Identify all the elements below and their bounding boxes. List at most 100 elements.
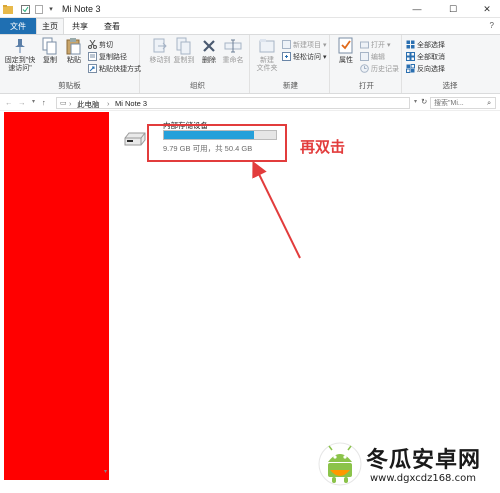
tab-view[interactable]: 查看	[98, 18, 126, 34]
paste-shortcut-button[interactable]: 粘贴快捷方式	[88, 63, 141, 74]
tab-file[interactable]: 文件	[0, 18, 36, 34]
new-item-button[interactable]: 新建项目 ▾	[282, 39, 326, 50]
forward-arrow-icon[interactable]: →	[18, 98, 26, 107]
copy-to-button[interactable]: 复制到	[172, 37, 196, 81]
refresh-icon[interactable]: ↻	[421, 97, 427, 106]
file-list: 内部存储设备 9.79 GB 可用，共 50.4 GB	[115, 112, 500, 493]
edit-button[interactable]: 编辑	[360, 51, 385, 62]
watermark-text: 冬瓜安卓网	[366, 448, 482, 473]
select-all-button[interactable]: 全部选择	[406, 39, 445, 50]
clipboard-group-label: 剪贴板	[58, 81, 81, 90]
open-label: 打开 ▾	[371, 41, 391, 49]
cut-label: 剪切	[99, 41, 113, 49]
tab-home[interactable]: 主页	[36, 18, 64, 34]
rename-label: 重命名	[222, 57, 244, 64]
minimize-button[interactable]: —	[404, 0, 430, 18]
breadcrumb-this-pc[interactable]: 此电脑	[77, 99, 100, 110]
new-group: 新建 文件夹 新建项目 ▾ 轻松访问 ▾ 新建	[252, 35, 330, 93]
pin-quick-access-button[interactable]: 固定到"快速访问"	[3, 37, 37, 81]
close-button[interactable]: ✕	[474, 0, 500, 18]
invert-selection-button[interactable]: 反向选择	[406, 63, 445, 74]
scissors-icon	[88, 39, 97, 49]
select-all-icon	[406, 40, 415, 49]
pin-label: 固定到"快速访问"	[4, 57, 36, 72]
customize-quick-access-icon[interactable]: ▾	[47, 3, 55, 15]
move-to-label: 移动到	[149, 57, 171, 64]
up-arrow-icon[interactable]: ↑	[42, 98, 46, 107]
search-input[interactable]	[431, 98, 483, 109]
annotation-highlight-box	[147, 124, 287, 162]
redaction-block	[4, 112, 109, 482]
edit-label: 编辑	[371, 53, 385, 61]
copy-icon	[41, 37, 59, 55]
back-arrow-icon[interactable]: ←	[5, 98, 13, 107]
invert-selection-icon	[406, 64, 415, 73]
ribbon: 固定到"快速访问" 复制 粘贴 剪切 复制路径 粘贴快捷方式 剪贴板 移动到 复…	[0, 34, 500, 94]
address-dropdown-icon[interactable]: ▾	[414, 98, 417, 105]
paste-button[interactable]: 粘贴	[62, 37, 86, 81]
breadcrumb-current[interactable]: Mi Note 3	[115, 99, 147, 108]
help-icon[interactable]: ?	[490, 21, 494, 30]
open-button[interactable]: 打开 ▾	[360, 39, 390, 50]
nav-scroll-down-icon[interactable]: ▾	[104, 468, 107, 475]
open-group: 属性 打开 ▾ 编辑 历史记录 打开	[332, 35, 402, 93]
invert-selection-label: 反向选择	[417, 65, 445, 73]
move-to-button[interactable]: 移动到	[148, 37, 172, 81]
paste-icon	[65, 37, 83, 55]
history-icon	[360, 64, 369, 73]
select-none-button[interactable]: 全部取消	[406, 51, 445, 62]
easy-access-label: 轻松访问 ▾	[293, 53, 327, 61]
properties-button[interactable]: 属性	[334, 37, 358, 81]
delete-x-icon	[200, 37, 218, 55]
copy-to-label: 复制到	[173, 57, 195, 64]
edit-icon	[360, 52, 369, 61]
paste-label: 粘贴	[67, 57, 81, 64]
new-folder-quick-icon[interactable]	[35, 3, 43, 15]
copy-label: 复制	[43, 57, 57, 64]
delete-label: 删除	[202, 57, 216, 64]
history-button[interactable]: 历史记录	[360, 63, 399, 74]
navigation-pane: ▾	[0, 112, 115, 493]
maximize-button[interactable]: ☐	[440, 0, 466, 18]
copy-path-button[interactable]: 复制路径	[88, 51, 127, 62]
folder-icon	[3, 3, 13, 15]
rename-button[interactable]: 重命名	[220, 37, 246, 81]
new-folder-button[interactable]: 新建 文件夹	[254, 37, 280, 81]
recent-locations-icon[interactable]: ▾	[32, 98, 35, 105]
clipboard-group: 固定到"快速访问" 复制 粘贴 剪切 复制路径 粘贴快捷方式 剪贴板	[0, 35, 141, 93]
copy-button[interactable]: 复制	[38, 37, 62, 81]
new-folder-icon	[258, 37, 276, 55]
paste-shortcut-label: 粘贴快捷方式	[99, 65, 141, 73]
ribbon-tabs: 文件 主页 共享 查看 ?	[0, 18, 500, 34]
select-all-label: 全部选择	[417, 41, 445, 49]
pin-icon	[11, 37, 29, 55]
new-group-label: 新建	[283, 81, 298, 90]
delete-button[interactable]: 删除	[198, 37, 220, 81]
select-none-label: 全部取消	[417, 53, 445, 61]
address-bar: ← → ▾ ↑ ▭ › 此电脑 › Mi Note 3 ▾ ↻ ⌕	[0, 95, 500, 111]
new-folder-label: 新建 文件夹	[256, 57, 278, 72]
easy-access-button[interactable]: 轻松访问 ▾	[282, 51, 326, 62]
copy-path-icon	[88, 52, 97, 61]
select-group: 全部选择 全部取消 反向选择 选择	[404, 35, 496, 93]
cut-button[interactable]: 剪切	[88, 39, 113, 50]
new-item-icon	[282, 40, 291, 49]
organize-group: 移动到 复制到 删除 重命名 组织	[146, 35, 250, 93]
new-item-label: 新建项目 ▾	[293, 41, 327, 49]
properties-check-icon	[337, 37, 355, 55]
window-title: Mi Note 3	[62, 4, 101, 14]
computer-icon: ▭	[60, 100, 67, 107]
copy-path-label: 复制路径	[99, 53, 127, 61]
properties-label: 属性	[339, 57, 353, 64]
move-to-icon	[151, 37, 169, 55]
tab-share[interactable]: 共享	[66, 18, 94, 34]
breadcrumb-separator: ›	[69, 99, 72, 108]
title-bar: ▾ Mi Note 3 — ☐ ✕	[0, 0, 500, 18]
properties-quick-icon[interactable]	[20, 3, 30, 15]
easy-access-icon	[282, 52, 291, 61]
address-path[interactable]: ▭ › 此电脑 › Mi Note 3	[56, 97, 410, 109]
annotation-text: 再双击	[300, 138, 346, 156]
search-icon: ⌕	[487, 98, 492, 107]
search-box[interactable]: ⌕	[430, 97, 496, 109]
android-logo-icon	[318, 442, 362, 486]
